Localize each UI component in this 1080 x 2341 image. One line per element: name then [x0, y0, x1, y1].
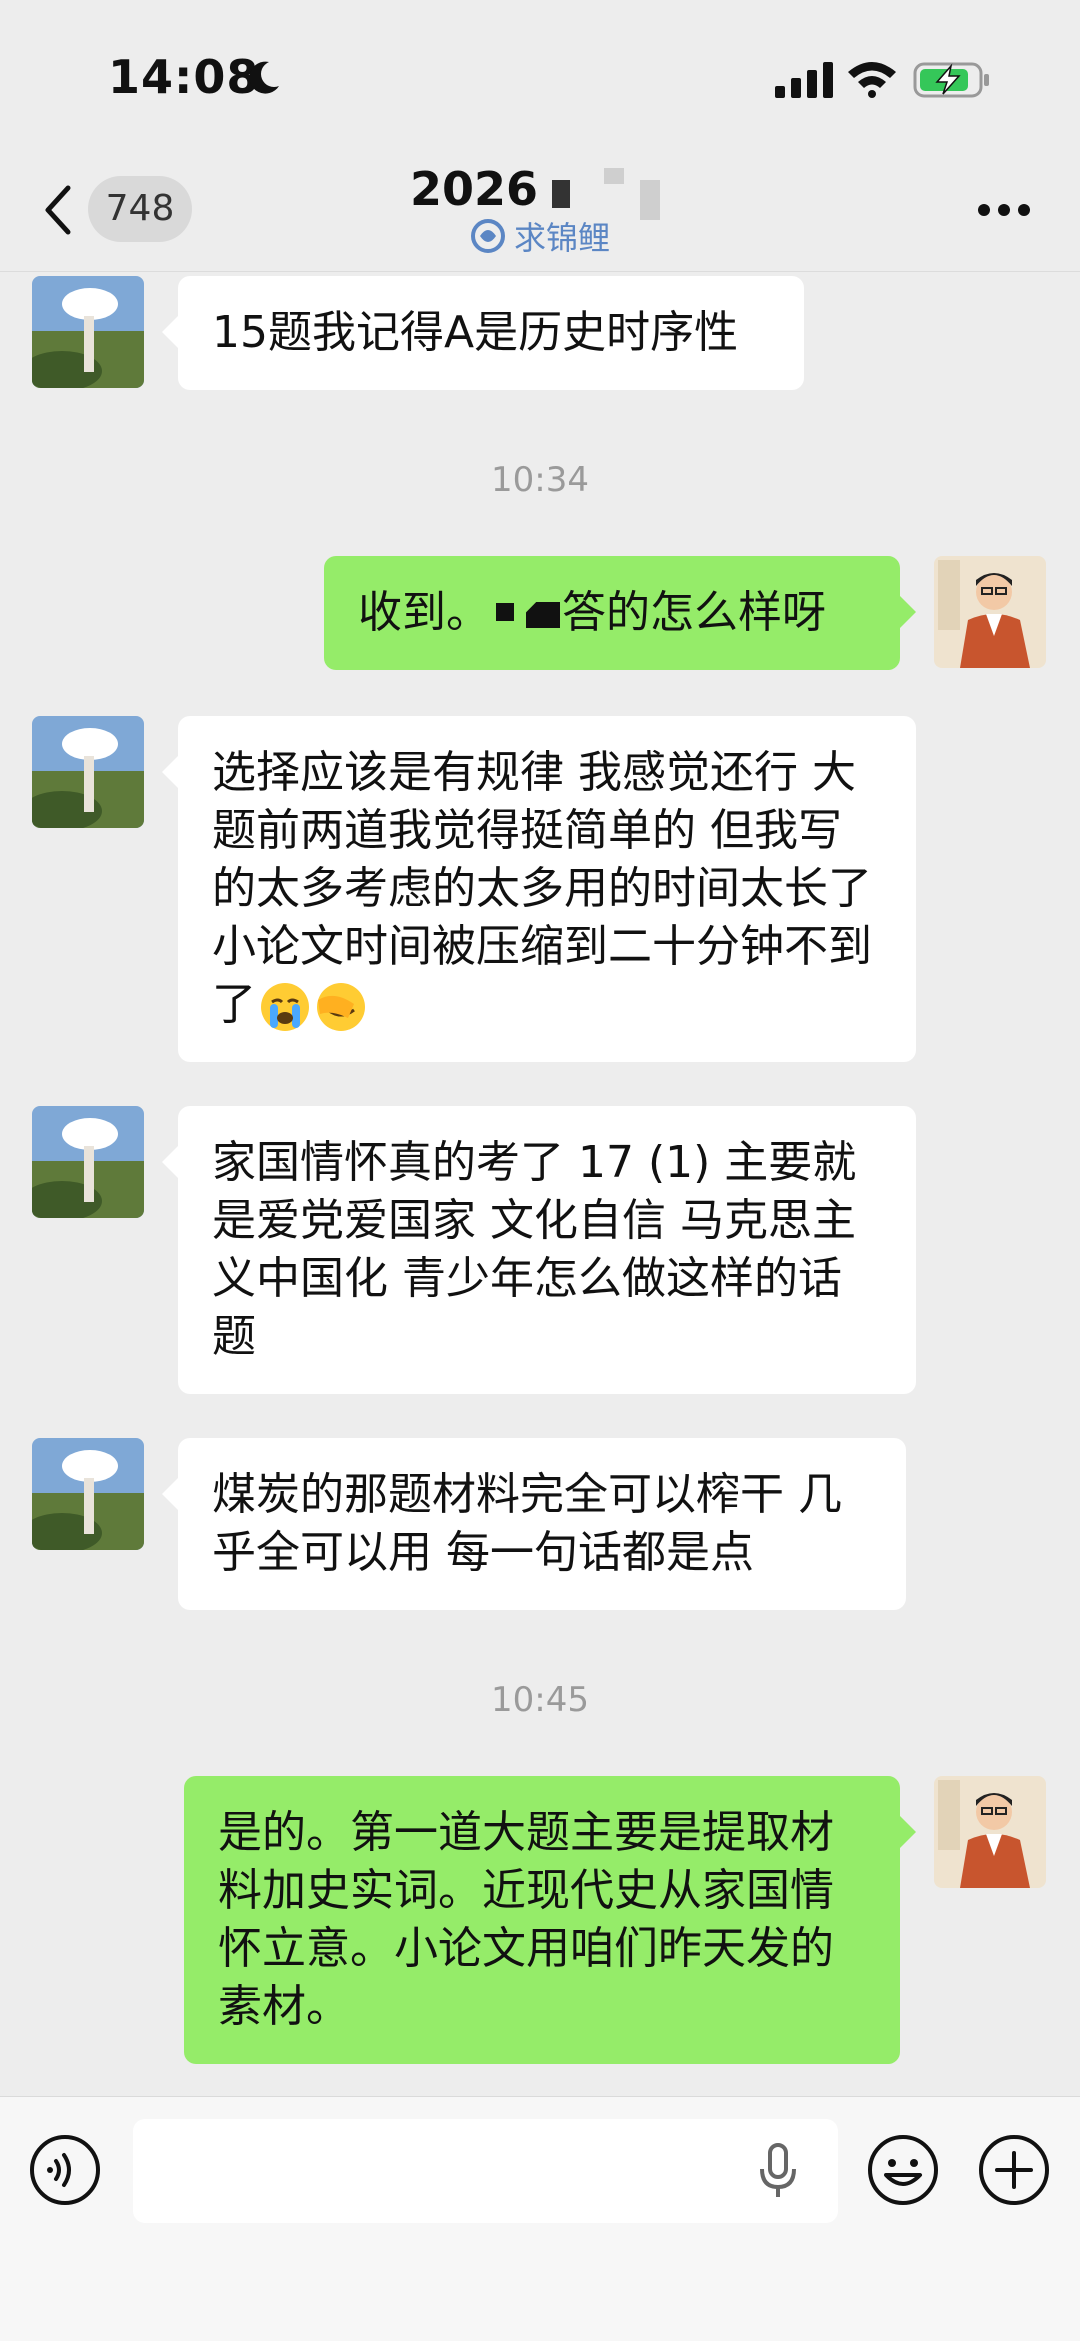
contact-avatar[interactable] [32, 716, 144, 828]
plus-icon[interactable] [977, 2133, 1051, 2207]
facepalm-emoji-icon [317, 983, 365, 1031]
message-bubble-incoming[interactable]: 选择应该是有规律 我感觉还行 大题前两道我觉得挺简单的 但我写的太多考虑的太多用… [162, 716, 916, 1062]
microphone-icon[interactable] [758, 2143, 798, 2199]
wifi-icon [848, 62, 896, 98]
chat-title: 2026 [410, 162, 539, 216]
redacted-mark [526, 602, 560, 628]
message-input[interactable] [133, 2119, 838, 2223]
contact-avatar[interactable] [32, 1106, 144, 1218]
back-arrow-icon[interactable] [40, 182, 76, 238]
message-bubble-incoming[interactable]: 15题我记得A是历史时序性 [162, 276, 804, 390]
crying-face-emoji-icon [261, 983, 309, 1031]
message-text: 是的。第一道大题主要是提取材料加史实词。近现代史从家国情怀立意。小论文用咱们昨天… [218, 1807, 834, 2032]
status-icon [471, 219, 505, 253]
chat-input-bar [0, 2096, 1080, 2341]
message-text: 收到。 [358, 587, 490, 638]
my-avatar[interactable] [934, 556, 1046, 668]
message-bubble-outgoing[interactable]: 收到。 答的怎么样呀 [324, 556, 916, 670]
message-text: 煤炭的那题材料完全可以榨干 几乎全可以用 每一句话都是点 [212, 1469, 842, 1578]
redacted-mark [552, 180, 570, 208]
status-bar: 14:08 [0, 0, 1080, 150]
moon-icon [249, 61, 279, 94]
subtitle-text: 求锦鲤 [514, 219, 611, 257]
message-timestamp: 10:34 [491, 460, 589, 500]
message-timestamp: 10:45 [491, 1680, 589, 1720]
contact-avatar[interactable] [32, 1438, 144, 1550]
message-bubble-incoming[interactable]: 家国情怀真的考了 17 (1) 主要就是爱党爱国家 文化自信 马克思主义中国化 … [162, 1106, 916, 1394]
voice-input-icon[interactable] [28, 2133, 102, 2207]
message-text: 15题我记得A是历史时序性 [212, 307, 739, 358]
redacted-mark [640, 180, 660, 220]
message-bubble-incoming[interactable]: 煤炭的那题材料完全可以榨干 几乎全可以用 每一句话都是点 [162, 1438, 906, 1610]
redacted-mark [496, 603, 514, 621]
message-bubble-outgoing[interactable]: 是的。第一道大题主要是提取材料加史实词。近现代史从家国情怀立意。小论文用咱们昨天… [184, 1776, 916, 2064]
message-text: 家国情怀真的考了 17 (1) 主要就是爱党爱国家 文化自信 马克思主义中国化 … [212, 1137, 857, 1362]
contact-avatar[interactable] [32, 276, 144, 388]
my-avatar[interactable] [934, 1776, 1046, 1888]
unread-count-badge[interactable]: 748 [88, 176, 192, 242]
more-options-icon[interactable] [976, 202, 1032, 218]
battery-charging-icon [913, 62, 989, 98]
chat-subtitle: 求锦鲤 [470, 214, 610, 258]
status-time: 14:08 [108, 50, 260, 104]
emoji-icon[interactable] [866, 2133, 940, 2207]
cellular-signal-icon [775, 62, 833, 98]
message-text: 答的怎么样呀 [562, 587, 826, 638]
chat-header: 748 2026 求锦鲤 [0, 150, 1080, 272]
redacted-mark [604, 168, 624, 184]
